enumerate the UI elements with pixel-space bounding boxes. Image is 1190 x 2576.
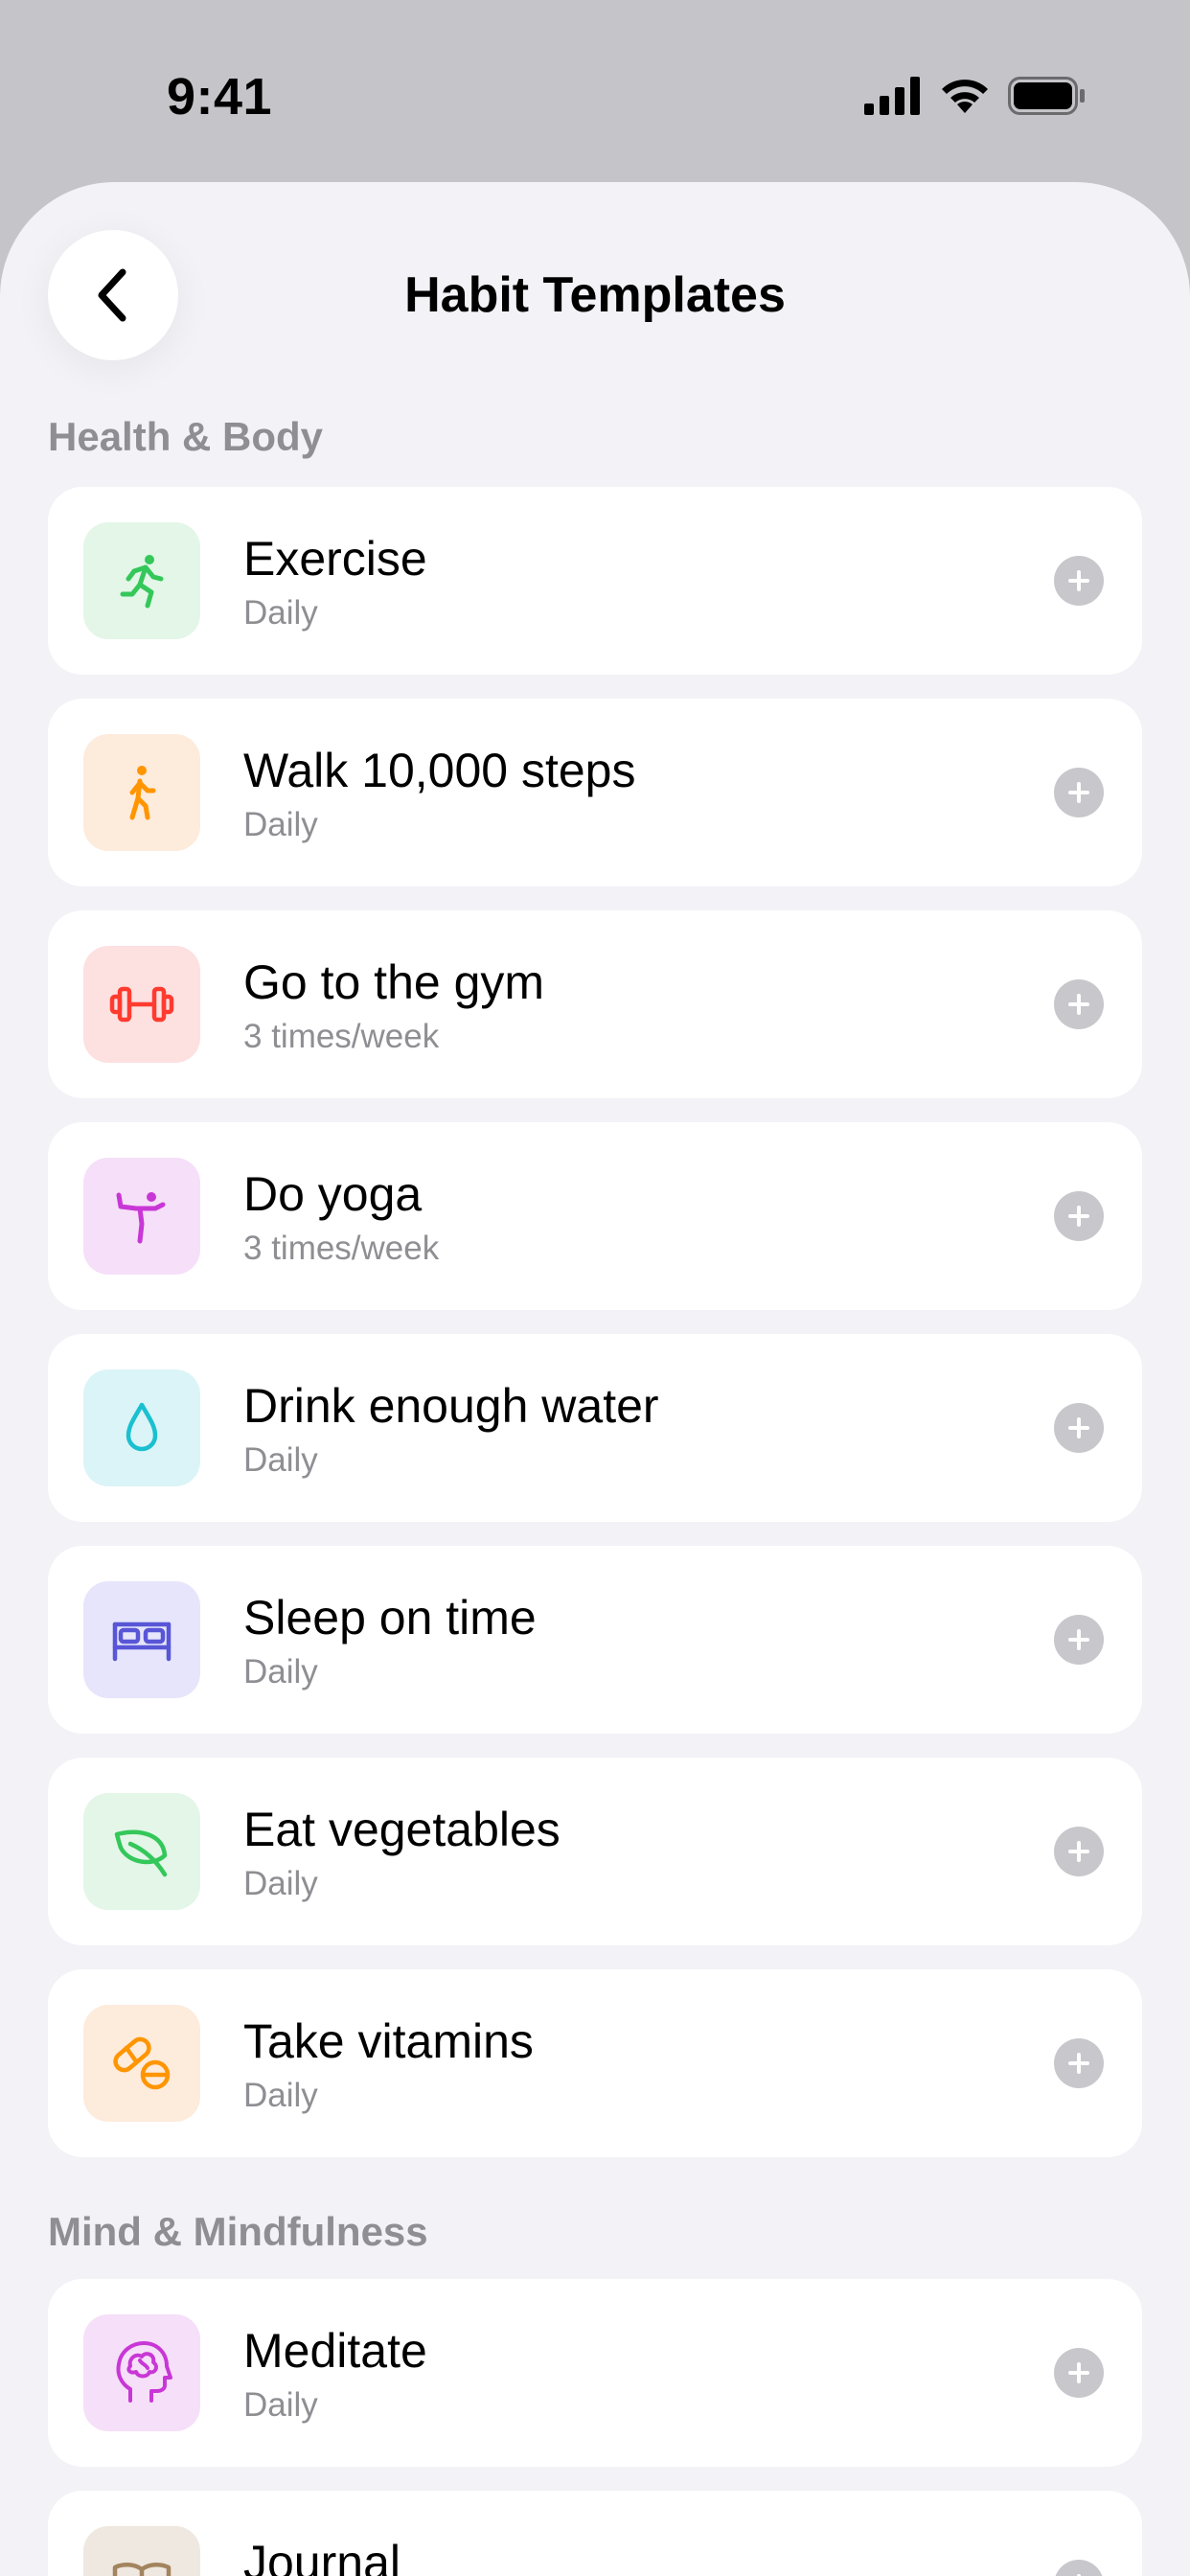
habit-card-walk[interactable]: Walk 10,000 steps Daily	[48, 699, 1142, 886]
add-habit-button[interactable]	[1054, 2348, 1104, 2398]
plus-icon	[1068, 2053, 1089, 2074]
water-drop-icon	[126, 1402, 158, 1452]
battery-icon	[1008, 77, 1085, 115]
habit-icon-tile	[83, 2526, 200, 2576]
habit-icon-tile	[83, 1581, 200, 1698]
habit-icon-tile	[83, 946, 200, 1063]
habit-frequency: 3 times/week	[243, 1230, 440, 1267]
plus-icon	[1068, 994, 1089, 1015]
habit-card-vegetables[interactable]: Eat vegetables Daily	[48, 1758, 1142, 1945]
plus-icon	[1068, 1417, 1089, 1438]
habit-card-exercise[interactable]: Exercise Daily	[48, 487, 1142, 675]
walking-icon	[129, 766, 156, 820]
page-title: Habit Templates	[404, 267, 786, 323]
habit-frequency: Daily	[243, 2077, 318, 2114]
habit-frequency: Daily	[243, 806, 318, 843]
plus-icon	[1068, 2362, 1089, 2383]
leaf-icon	[114, 1829, 168, 1877]
plus-icon	[1068, 1841, 1089, 1862]
status-icons	[864, 73, 1087, 119]
template-sheet: Habit Templates Health & Body Exercise D…	[0, 182, 1190, 2576]
status-time: 9:41	[167, 68, 273, 126]
add-habit-button[interactable]	[1054, 1827, 1104, 1876]
habit-icon-tile	[83, 1793, 200, 1910]
habit-card-yoga[interactable]: Do yoga 3 times/week	[48, 1122, 1142, 1310]
habit-frequency: Daily	[243, 1865, 318, 1902]
habit-title: Walk 10,000 steps	[243, 744, 636, 797]
plus-icon	[1068, 782, 1089, 803]
habit-icon-tile	[83, 734, 200, 851]
cellular-signal-icon	[864, 77, 920, 115]
status-bar: 9:41	[0, 0, 1190, 182]
habit-title: Do yoga	[243, 1167, 423, 1221]
habit-frequency: Daily	[243, 594, 318, 632]
section-title-mind-mindfulness: Mind & Mindfulness	[48, 2209, 428, 2254]
habit-frequency: 3 times/week	[243, 1018, 440, 1055]
habit-title: Meditate	[243, 2324, 427, 2378]
add-habit-button[interactable]	[1054, 1191, 1104, 1241]
dumbbell-icon	[109, 986, 174, 1023]
habit-frequency: Daily	[243, 1653, 318, 1690]
book-icon	[112, 2563, 172, 2576]
add-habit-button[interactable]	[1054, 1615, 1104, 1665]
add-habit-button[interactable]	[1054, 768, 1104, 817]
habit-title: Drink enough water	[243, 1379, 659, 1433]
habit-title: Sleep on time	[243, 1591, 537, 1644]
running-icon	[120, 555, 164, 609]
plus-icon	[1068, 1629, 1089, 1650]
wifi-icon	[942, 80, 988, 113]
habit-card-journal[interactable]: Journal	[48, 2491, 1142, 2576]
yoga-icon	[116, 1192, 166, 1244]
bed-icon	[112, 1622, 172, 1662]
habit-title: Go to the gym	[243, 955, 545, 1009]
habit-card-meditate[interactable]: Meditate Daily	[48, 2279, 1142, 2467]
plus-icon	[1068, 570, 1089, 591]
habit-title: Exercise	[243, 532, 427, 586]
habit-title: Eat vegetables	[243, 1803, 561, 1856]
add-habit-button[interactable]	[1054, 1403, 1104, 1453]
habit-frequency: Daily	[243, 2386, 318, 2424]
habit-icon-tile	[83, 1369, 200, 1486]
add-habit-button[interactable]	[1054, 979, 1104, 1029]
habit-title: Take vitamins	[243, 2014, 534, 2068]
plus-icon	[1068, 1206, 1089, 1227]
habit-icon-tile	[83, 522, 200, 639]
habit-icon-tile	[83, 2314, 200, 2431]
add-habit-button[interactable]	[1054, 2560, 1104, 2576]
section-title-health-body: Health & Body	[48, 414, 324, 459]
add-habit-button[interactable]	[1054, 556, 1104, 606]
plus-icon	[1077, 2574, 1081, 2576]
habit-title: Journal	[243, 2536, 400, 2576]
habit-card-vitamins[interactable]: Take vitamins Daily	[48, 1969, 1142, 2157]
habit-icon-tile	[83, 2005, 200, 2122]
brain-head-icon	[116, 2341, 172, 2403]
add-habit-button[interactable]	[1054, 2038, 1104, 2088]
habit-card-water[interactable]: Drink enough water Daily	[48, 1334, 1142, 1522]
habit-icon-tile	[83, 1158, 200, 1275]
habit-frequency: Daily	[243, 1441, 318, 1479]
habit-card-gym[interactable]: Go to the gym 3 times/week	[48, 910, 1142, 1098]
habit-card-sleep[interactable]: Sleep on time Daily	[48, 1546, 1142, 1734]
pills-icon	[113, 2036, 171, 2090]
